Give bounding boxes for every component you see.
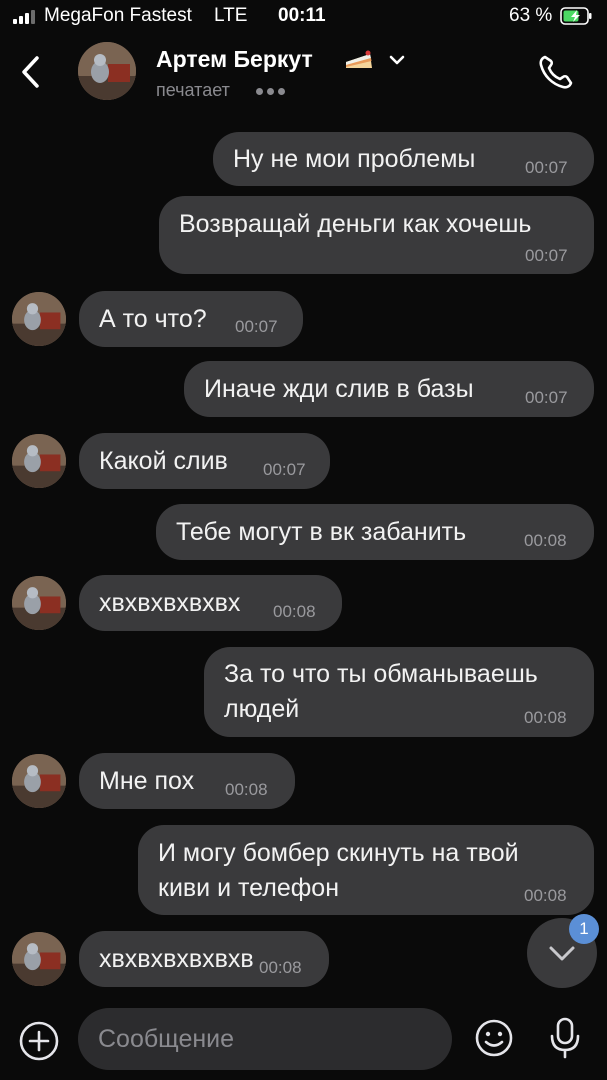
phone-icon[interactable]	[536, 52, 576, 92]
message-text: Возвращай деньги как хочешь	[179, 210, 532, 238]
message-text: И могу бомбер скинуть на твой	[158, 839, 519, 867]
message-time: 00:08	[273, 602, 316, 621]
message-text: Ну не мои проблемы	[233, 145, 476, 173]
message-text: Тебе могут в вк забанить	[176, 518, 467, 546]
network-type: LTE	[214, 5, 248, 26]
message-text: За то что ты обманываешь	[224, 660, 538, 688]
message-text: хвхвхвхвхвх	[99, 589, 241, 617]
message-time: 00:08	[524, 708, 567, 727]
contact-avatar[interactable]	[12, 434, 66, 488]
message-time: 00:07	[525, 246, 568, 265]
contact-avatar[interactable]	[12, 754, 66, 808]
signal-icon	[13, 8, 35, 24]
message-time: 00:08	[259, 958, 302, 977]
contact-name[interactable]: Артем Беркут	[156, 46, 313, 73]
message-incoming[interactable]: хвхвхвхвхвхв 00:08	[79, 931, 329, 987]
message-text: Какой слив	[99, 447, 228, 475]
message-outgoing[interactable]: Тебе могут в вк забанить 00:08	[156, 504, 594, 560]
plus-icon[interactable]	[18, 1020, 60, 1062]
message-text: Иначе жди слив в базы	[204, 375, 474, 403]
composer-bar	[0, 1000, 607, 1080]
message-text: киви и телефон	[158, 874, 340, 902]
message-time: 00:08	[225, 780, 268, 799]
typing-status: печатает	[156, 80, 230, 100]
message-time: 00:08	[524, 531, 567, 550]
message-outgoing[interactable]: За то что ты обманываешь людей 00:08	[204, 647, 594, 737]
message-text: хвхвхвхвхвхв	[99, 945, 254, 973]
message-text: А то что?	[99, 305, 207, 333]
smile-icon[interactable]	[474, 1018, 514, 1058]
chat-header: Артем Беркут печатает	[0, 34, 607, 114]
back-icon[interactable]	[16, 54, 46, 90]
chevron-down-icon[interactable]	[388, 54, 406, 66]
message-time: 00:07	[235, 317, 278, 336]
message-outgoing[interactable]: И могу бомбер скинуть на твой киви и тел…	[138, 825, 594, 915]
contact-avatar[interactable]	[12, 292, 66, 346]
cake-icon	[346, 50, 372, 68]
status-bar: MegaFon Fastest LTE 00:11 63 %	[0, 0, 607, 34]
clock: 00:11	[278, 5, 326, 26]
message-text: Мне пох	[99, 767, 195, 795]
message-time: 00:07	[525, 158, 568, 177]
message-text: людей	[224, 695, 300, 723]
battery-percent: 63 %	[509, 5, 553, 26]
contact-avatar[interactable]	[12, 932, 66, 986]
message-time: 00:07	[263, 460, 306, 479]
message-outgoing[interactable]: Иначе жди слив в базы 00:07	[184, 361, 594, 417]
contact-avatar[interactable]	[12, 576, 66, 630]
message-input[interactable]	[78, 1008, 452, 1070]
contact-avatar[interactable]	[78, 42, 136, 100]
message-outgoing[interactable]: Возвращай деньги как хочешь 00:07	[159, 196, 594, 274]
unread-badge: 1	[569, 914, 599, 944]
typing-dots-icon	[256, 88, 285, 95]
message-time: 00:08	[524, 886, 567, 905]
microphone-icon[interactable]	[548, 1016, 582, 1060]
message-time: 00:07	[525, 388, 568, 407]
battery-icon	[560, 7, 592, 25]
message-incoming[interactable]: Мне пох 00:08	[79, 753, 295, 809]
message-incoming[interactable]: хвхвхвхвхвх 00:08	[79, 575, 342, 631]
message-outgoing[interactable]: Ну не мои проблемы 00:07	[213, 132, 594, 186]
message-incoming[interactable]: А то что? 00:07	[79, 291, 303, 347]
message-incoming[interactable]: Какой слив 00:07	[79, 433, 330, 489]
carrier-name: MegaFon Fastest	[44, 5, 192, 26]
